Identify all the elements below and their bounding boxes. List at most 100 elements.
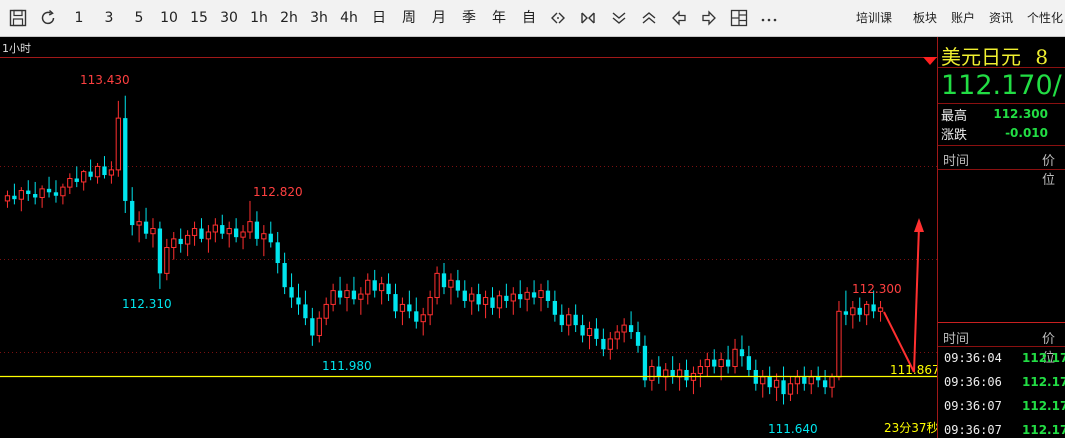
tick-price: 112.170 xyxy=(1022,399,1065,413)
candle-body xyxy=(171,238,177,248)
candle-body xyxy=(26,190,31,195)
candle-body xyxy=(573,314,578,326)
candle-body xyxy=(704,359,710,368)
menu-training[interactable]: 培训课 xyxy=(856,0,892,36)
candle-body xyxy=(676,369,683,378)
corner-marker-icon xyxy=(923,57,937,65)
arrow-left-icon[interactable] xyxy=(670,9,688,27)
period-4h[interactable]: 4h xyxy=(336,0,362,36)
period-year[interactable]: 年 xyxy=(486,0,512,36)
candle-body xyxy=(4,195,11,202)
candle-body xyxy=(212,224,218,233)
candle-body xyxy=(74,178,79,182)
tick-time: 09:36:04 xyxy=(944,351,1002,365)
candle-body xyxy=(108,169,115,176)
candle-body xyxy=(552,300,558,315)
candle-body xyxy=(275,242,280,264)
period-1h[interactable]: 1h xyxy=(246,0,272,36)
candle-body xyxy=(566,314,572,326)
candle-body xyxy=(130,200,135,226)
candle-body xyxy=(586,328,593,336)
period-3h[interactable]: 3h xyxy=(306,0,332,36)
stat-high-label: 最高 xyxy=(941,109,968,124)
candle-body xyxy=(594,328,599,339)
candle-body xyxy=(233,228,239,238)
candle-body xyxy=(787,383,794,395)
menu-sectors[interactable]: 板块 xyxy=(913,0,937,36)
period-label: 1小时 xyxy=(2,42,31,55)
period-3min[interactable]: 3 xyxy=(98,0,120,36)
period-day[interactable]: 日 xyxy=(366,0,392,36)
candle-body xyxy=(843,311,849,315)
layout-icon[interactable] xyxy=(730,9,748,27)
period-15min[interactable]: 15 xyxy=(186,0,212,36)
period-quarter[interactable]: 季 xyxy=(456,0,482,36)
zoom-in-icon[interactable] xyxy=(579,9,597,27)
refresh-icon[interactable] xyxy=(39,9,57,27)
period-2h[interactable]: 2h xyxy=(276,0,302,36)
last-price: 112.170/ xyxy=(941,70,1062,101)
candle-body xyxy=(725,359,731,367)
menu-account[interactable]: 账户 xyxy=(951,0,975,36)
tick-price: 112.170 xyxy=(1022,423,1065,437)
candle-body xyxy=(518,294,523,300)
candle-body xyxy=(580,325,585,336)
candle-body xyxy=(60,186,66,197)
candle-body xyxy=(240,231,246,238)
period-week[interactable]: 周 xyxy=(396,0,422,36)
candle-body xyxy=(628,325,634,333)
tick-price: 112.170 xyxy=(1022,375,1065,389)
candle-body xyxy=(67,178,73,188)
symbol-code: 8 xyxy=(1035,45,1049,69)
chevron-down-icon[interactable] xyxy=(610,9,628,27)
tick-time: 09:36:07 xyxy=(944,423,1002,437)
period-1min[interactable]: 1 xyxy=(68,0,90,36)
candle-body xyxy=(94,165,101,178)
menu-news[interactable]: 资讯 xyxy=(989,0,1013,36)
label-high-2: 112.820 xyxy=(253,185,303,199)
candle-body xyxy=(261,233,267,240)
candle-body xyxy=(510,293,516,302)
candle-body xyxy=(330,290,336,305)
more-icon[interactable] xyxy=(760,9,778,27)
period-custom[interactable]: 自 xyxy=(516,0,542,36)
candle-body xyxy=(184,234,191,245)
candle-body xyxy=(136,221,142,226)
candle-body xyxy=(399,303,406,312)
candle-body xyxy=(414,311,419,322)
zoom-out-icon[interactable] xyxy=(549,9,567,27)
candle-body xyxy=(164,247,170,274)
countdown-label: 23分37秒 xyxy=(884,421,937,435)
candle-body xyxy=(88,171,93,177)
candle-body xyxy=(877,307,884,312)
label-low-2: 111.980 xyxy=(322,359,372,373)
candle-body xyxy=(794,376,801,385)
tick-price: 112.170 xyxy=(1022,351,1065,365)
candle-body xyxy=(670,369,675,377)
candle-body xyxy=(808,376,814,385)
candle-body xyxy=(822,380,828,388)
period-month[interactable]: 月 xyxy=(426,0,452,36)
candle-body xyxy=(538,290,544,299)
candle-body xyxy=(344,290,350,299)
candle-body xyxy=(635,332,641,346)
candle-body xyxy=(642,345,648,381)
candle-body xyxy=(296,297,301,305)
menu-personalize[interactable]: 个性化 xyxy=(1027,0,1063,36)
candle-body xyxy=(157,228,163,274)
chevron-up-icon[interactable] xyxy=(640,9,658,27)
candlestick-chart[interactable]: 113.430 112.820 112.310 111.980 112.300 … xyxy=(0,37,937,438)
candle-body xyxy=(303,304,308,319)
candle-body xyxy=(864,303,870,316)
candle-body xyxy=(351,290,357,300)
candle-body xyxy=(205,231,212,240)
arrow-right-icon[interactable] xyxy=(700,9,718,27)
candle-body xyxy=(490,297,495,308)
chart-save-icon[interactable] xyxy=(9,9,27,27)
period-5min[interactable]: 5 xyxy=(128,0,150,36)
period-10min[interactable]: 10 xyxy=(156,0,182,36)
candle-body xyxy=(455,280,461,291)
candle-body xyxy=(282,263,287,288)
period-30min[interactable]: 30 xyxy=(216,0,242,36)
symbol-name: 美元日元 8 xyxy=(941,41,1048,70)
